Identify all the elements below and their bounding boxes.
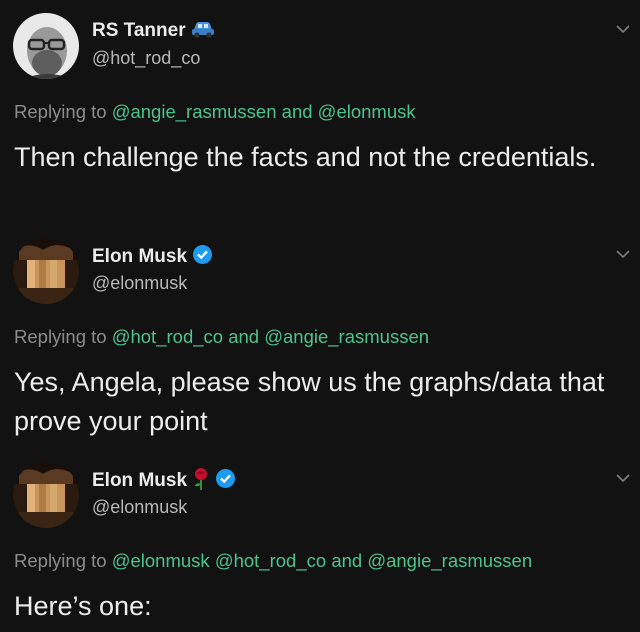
reply-context: Replying to @hot_rod_co and @angie_rasmu… — [14, 326, 429, 348]
rose-emoji-icon — [192, 467, 210, 496]
chevron-down-icon[interactable] — [616, 473, 630, 483]
author-handle[interactable]: @hot_rod_co — [92, 48, 200, 69]
mention-link[interactable]: @hot_rod_co — [112, 326, 223, 347]
reply-joiner: and — [331, 550, 363, 571]
chevron-down-icon[interactable] — [616, 249, 630, 259]
avatar[interactable] — [13, 13, 79, 79]
avatar[interactable] — [13, 462, 79, 528]
reply-joiner: and — [281, 101, 313, 122]
mention-link[interactable]: @elonmusk — [112, 550, 210, 571]
tweet-1: RS Tanner @hot_rod_co Replying to @angie… — [0, 0, 640, 220]
reply-joiner: and — [228, 326, 260, 347]
mention-link[interactable]: @angie_rasmussen — [264, 326, 429, 347]
author-row: Elon Musk — [92, 244, 213, 270]
author-name[interactable]: Elon Musk — [92, 470, 187, 492]
tweet-3: Elon Musk @elonmusk Replying to @elonmus… — [0, 449, 640, 632]
chevron-down-icon[interactable] — [616, 24, 630, 34]
reply-context: Replying to @elonmusk @hot_rod_co and @a… — [14, 550, 532, 572]
reply-prefix: Replying to — [14, 101, 107, 122]
reply-prefix: Replying to — [14, 550, 107, 571]
author-handle[interactable]: @elonmusk — [92, 273, 187, 294]
tweet-text: Here’s one: — [14, 591, 152, 621]
mention-link[interactable]: @hot_rod_co — [215, 550, 326, 571]
car-emoji-icon — [191, 19, 215, 44]
reply-prefix: Replying to — [14, 326, 107, 347]
mention-link[interactable]: @elonmusk — [318, 101, 416, 122]
author-handle[interactable]: @elonmusk — [92, 497, 187, 518]
tweet-text: Yes, Angela, please show us the graphs/d… — [14, 367, 605, 436]
verified-badge-icon — [192, 244, 213, 270]
tweet-2: Elon Musk @elonmusk Replying to @hot_rod… — [0, 225, 640, 445]
reply-context: Replying to @angie_rasmussen and @elonmu… — [14, 101, 416, 123]
avatar[interactable] — [13, 238, 79, 304]
author-name[interactable]: RS Tanner — [92, 20, 186, 42]
mention-link[interactable]: @angie_rasmussen — [112, 101, 277, 122]
author-name[interactable]: Elon Musk — [92, 246, 187, 268]
mention-link[interactable]: @angie_rasmussen — [367, 550, 532, 571]
author-row: RS Tanner — [92, 18, 215, 44]
author-row: Elon Musk — [92, 467, 236, 496]
tweet-text: Then challenge the facts and not the cre… — [14, 142, 597, 172]
verified-badge-icon — [215, 468, 236, 494]
